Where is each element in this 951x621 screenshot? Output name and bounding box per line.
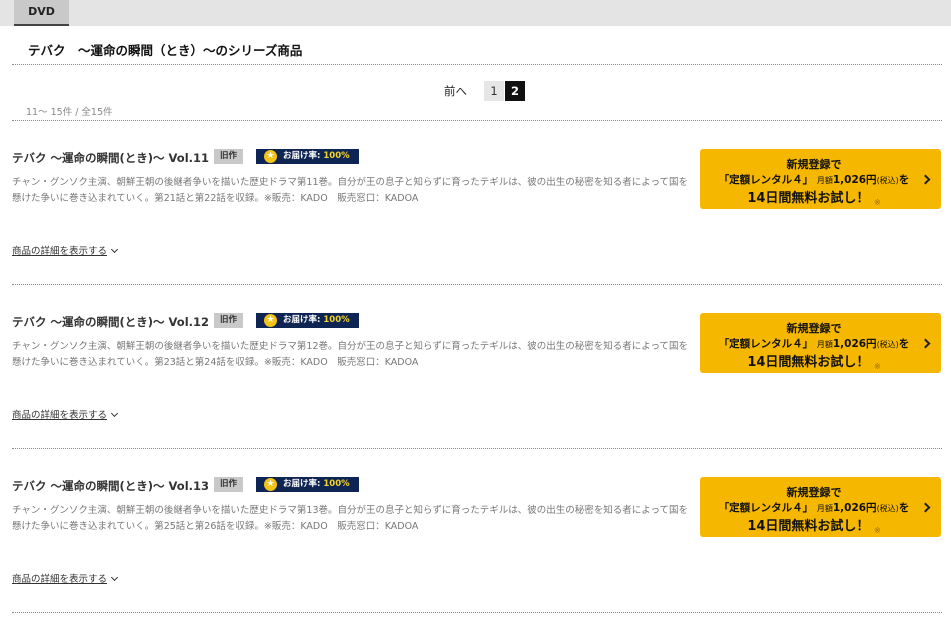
pagination: 前へ 1 2 [0, 81, 951, 101]
series-title: テバク ～運命の瞬間（とき）～のシリーズ商品 [28, 43, 303, 58]
tab-dvd[interactable]: DVD [14, 0, 69, 26]
product-title[interactable]: テバク ～運命の瞬間(とき)～ Vol.12 [12, 314, 209, 330]
product-description: チャン・グンソク主演、朝鮮王朝の後継者争いを描いた歴史ドラマ第12巻。自分が王の… [12, 341, 689, 368]
cta-line1: 新規登録で [786, 486, 842, 499]
delivery-rate-badge: ★ お届け率: 100% [256, 477, 359, 492]
rental-trial-button[interactable]: 新規登録で 「定額レンタル４」 月額1,026円(税込)を 14日間無料お試し！… [700, 149, 941, 209]
rate-value: 100% [323, 151, 350, 161]
product-title[interactable]: テバク ～運命の瞬間(とき)～ Vol.11 [12, 150, 209, 166]
delivery-rate-badge: ★ お届け率: 100% [256, 149, 359, 164]
cta-line2: 「定額レンタル４」 月額1,026円(税込)を [718, 338, 910, 350]
rental-trial-button[interactable]: 新規登録で 「定額レンタル４」 月額1,026円(税込)を 14日間無料お試し！… [700, 313, 941, 373]
cta-line1: 新規登録で [786, 158, 842, 171]
chevron-down-icon [110, 573, 119, 582]
old-release-badge: 旧作 [214, 313, 243, 328]
product-description: チャン・グンソク主演、朝鮮王朝の後継者争いを描いた歴史ドラマ第13巻。自分が王の… [12, 505, 689, 532]
old-release-badge: 旧作 [214, 149, 243, 164]
chevron-down-icon [110, 409, 119, 418]
show-details-link[interactable]: 商品の詳細を表示する [12, 571, 119, 585]
cta-line3: 14日間無料お試し！ ※ [747, 191, 881, 207]
page-1-button[interactable]: 1 [484, 81, 504, 101]
rate-label: お届け率: [283, 315, 321, 325]
product-title[interactable]: テバク ～運命の瞬間(とき)～ Vol.13 [12, 478, 209, 494]
chevron-down-icon [110, 245, 119, 254]
show-details-link[interactable]: 商品の詳細を表示する [12, 407, 119, 421]
rental-trial-button[interactable]: 新規登録で 「定額レンタル４」 月額1,026円(税込)を 14日間無料お試し！… [700, 477, 941, 537]
rate-label: お届け率: [283, 151, 321, 161]
product-description: チャン・グンソク主演、朝鮮王朝の後継者争いを描いた歴史ドラマ第11巻。自分が王の… [12, 177, 689, 204]
old-release-badge: 旧作 [214, 477, 243, 492]
cta-line1: 新規登録で [786, 322, 842, 335]
star-icon: ★ [264, 150, 277, 163]
divider [12, 448, 942, 449]
delivery-rate-badge: ★ お届け率: 100% [256, 313, 359, 328]
show-details-link[interactable]: 商品の詳細を表示する [12, 243, 119, 257]
rate-value: 100% [323, 479, 350, 489]
rate-value: 100% [323, 315, 350, 325]
cta-line3: 14日間無料お試し！ ※ [747, 519, 881, 535]
cta-line2: 「定額レンタル４」 月額1,026円(税込)を [718, 174, 910, 186]
cta-line2: 「定額レンタル４」 月額1,026円(税込)を [718, 502, 910, 514]
divider [12, 612, 942, 613]
page-2-current: 2 [505, 81, 525, 101]
divider [12, 120, 942, 121]
tab-bar: DVD [0, 0, 951, 26]
star-icon: ★ [264, 314, 277, 327]
result-count: 11～ 15件 / 全15件 [26, 107, 113, 118]
divider [12, 64, 942, 65]
cta-line3: 14日間無料お試し！ ※ [747, 355, 881, 371]
rate-label: お届け率: [283, 479, 321, 489]
prev-page-link[interactable]: 前へ [444, 83, 467, 99]
divider [12, 284, 942, 285]
star-icon: ★ [264, 478, 277, 491]
